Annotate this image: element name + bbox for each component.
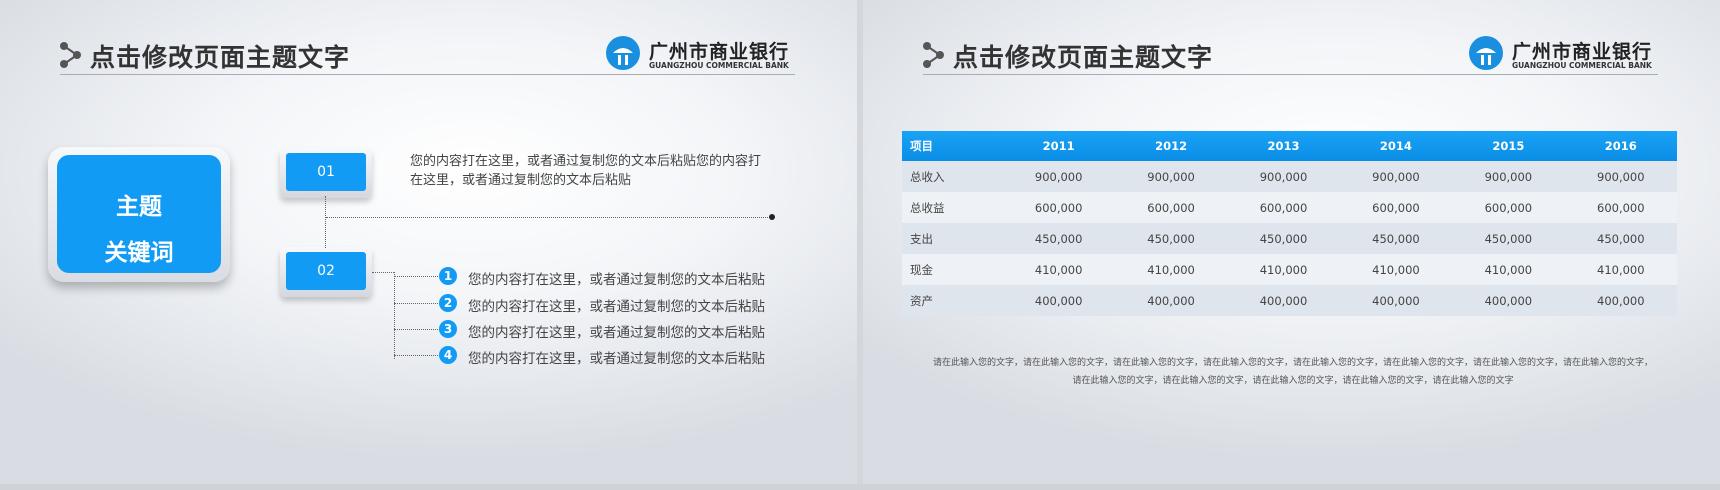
table-cell: 900,000 — [1002, 161, 1115, 192]
slide-right: 点击修改页面主题文字 广州市商业银行 GUANGZHOU COMMERCIAL … — [863, 0, 1720, 484]
bracket-top — [372, 272, 394, 273]
table-cell: 900,000 — [1452, 161, 1565, 192]
table-header-cell: 2013 — [1227, 131, 1340, 161]
logo-text-cn: 广州市商业银行 — [649, 41, 790, 63]
connector-vertical — [325, 196, 326, 248]
table-cell: 400,000 — [1339, 285, 1453, 316]
table-cell: 900,000 — [1339, 161, 1453, 192]
connector-horizontal — [326, 217, 772, 218]
table-cell: 600,000 — [1339, 192, 1453, 223]
table-cell: 资产 — [902, 285, 1003, 316]
bullet-text-2: 您的内容打在这里，或者通过复制您的文本后粘贴 — [468, 299, 765, 315]
table-cell: 400,000 — [1564, 285, 1677, 316]
financial-table: 项目 2011 2012 2013 2014 2015 2016 总收入 900… — [902, 131, 1677, 316]
table-cell: 支出 — [902, 223, 1003, 254]
table-cell: 900,000 — [1564, 161, 1677, 192]
table-cell: 400,000 — [1114, 285, 1228, 316]
bullet-text-3: 您的内容打在这里，或者通过复制您的文本后粘贴 — [468, 325, 765, 341]
table-cell: 900,000 — [1227, 161, 1340, 192]
table-cell: 400,000 — [1227, 285, 1340, 316]
table-cell: 600,000 — [1002, 192, 1115, 223]
logo-text-cn: 广州市商业银行 — [1512, 41, 1653, 63]
table-cell: 400,000 — [1452, 285, 1565, 316]
share-nodes-icon — [60, 42, 81, 68]
table-cell: 450,000 — [1339, 223, 1453, 254]
table-cell: 450,000 — [1564, 223, 1677, 254]
table-cell: 900,000 — [1114, 161, 1228, 192]
table-cell: 450,000 — [1227, 223, 1340, 254]
table-header-cell: 2016 — [1564, 131, 1677, 161]
table-row: 总收益 600,000 600,000 600,000 600,000 600,… — [902, 192, 1677, 223]
bracket-vertical — [394, 272, 395, 359]
table-cell: 450,000 — [1452, 223, 1565, 254]
logo-text-en: GUANGZHOU COMMERCIAL BANK — [1512, 61, 1652, 70]
table-cell: 600,000 — [1452, 192, 1565, 223]
bullet-connector-3 — [394, 329, 438, 330]
number-box-02: 02 — [280, 247, 372, 297]
table-cell: 总收益 — [902, 192, 1003, 223]
table-header-cell: 2012 — [1114, 131, 1228, 161]
number-label-02: 02 — [286, 252, 366, 290]
bottom-strip — [0, 484, 1720, 490]
page-title: 点击修改页面主题文字 — [953, 43, 1214, 72]
bullet-text-1: 您的内容打在这里，或者通过复制您的文本后粘贴 — [468, 272, 765, 288]
bank-logo: 广州市商业银行 GUANGZHOU COMMERCIAL BANK — [605, 35, 805, 75]
number-label-01: 01 — [286, 153, 366, 191]
table-row: 资产 400,000 400,000 400,000 400,000 400,0… — [902, 285, 1677, 316]
page-title: 点击修改页面主题文字 — [90, 43, 351, 72]
table-cell: 600,000 — [1564, 192, 1677, 223]
bullet-number-2: 2 — [439, 294, 457, 312]
bank-logo: 广州市商业银行 GUANGZHOU COMMERCIAL BANK — [1468, 35, 1668, 75]
bullet-number-4: 4 — [439, 346, 457, 364]
table-cell: 总收入 — [902, 161, 1003, 192]
topic-line-1: 主题 — [116, 194, 162, 220]
table-cell: 600,000 — [1114, 192, 1228, 223]
table-row: 现金 410,000 410,000 410,000 410,000 410,0… — [902, 254, 1677, 285]
table-cell: 410,000 — [1114, 254, 1228, 285]
table-cell: 600,000 — [1227, 192, 1340, 223]
table-row: 总收入 900,000 900,000 900,000 900,000 900,… — [902, 161, 1677, 192]
bank-logo-icon — [1469, 36, 1503, 70]
bullet-connector-1 — [394, 276, 438, 277]
table-cell: 410,000 — [1564, 254, 1677, 285]
table-cell: 410,000 — [1339, 254, 1453, 285]
table-cell: 410,000 — [1227, 254, 1340, 285]
bullet-connector-2 — [394, 303, 438, 304]
bullet-number-1: 1 — [439, 267, 457, 285]
share-nodes-icon — [923, 42, 944, 68]
connector-end-dot — [769, 214, 775, 220]
table-cell: 400,000 — [1002, 285, 1115, 316]
content-text-1: 您的内容打在这里，或者通过复制您的文本后粘贴您的内容打在这里，或者通过复制您的文… — [410, 154, 762, 188]
table-header-cell: 项目 — [902, 131, 1003, 161]
logo-text-en: GUANGZHOU COMMERCIAL BANK — [649, 61, 789, 70]
topic-keyword-box: 主题 关键词 — [48, 147, 230, 282]
topic-line-2: 关键词 — [104, 240, 174, 266]
table-header-cell: 2014 — [1339, 131, 1453, 161]
bullet-text-4: 您的内容打在这里，或者通过复制您的文本后粘贴 — [468, 351, 765, 367]
table-row: 支出 450,000 450,000 450,000 450,000 450,0… — [902, 223, 1677, 254]
table-header-cell: 2015 — [1452, 131, 1565, 161]
table-cell: 现金 — [902, 254, 1003, 285]
table-header-cell: 2011 — [1002, 131, 1115, 161]
bank-logo-icon — [606, 36, 640, 70]
bullet-connector-4 — [394, 355, 438, 356]
table-cell: 450,000 — [1002, 223, 1115, 254]
footnote-text: 请在此输入您的文字，请在此输入您的文字，请在此输入您的文字，请在此输入您的文字，… — [933, 358, 1654, 386]
number-box-01: 01 — [280, 148, 372, 198]
table-header-row: 项目 2011 2012 2013 2014 2015 2016 — [902, 131, 1677, 161]
table-cell: 410,000 — [1452, 254, 1565, 285]
table-cell: 410,000 — [1002, 254, 1115, 285]
slide-left: 点击修改页面主题文字 广州市商业银行 GUANGZHOU COMMERCIAL … — [0, 0, 857, 484]
bullet-number-3: 3 — [439, 320, 457, 338]
table-cell: 450,000 — [1114, 223, 1228, 254]
